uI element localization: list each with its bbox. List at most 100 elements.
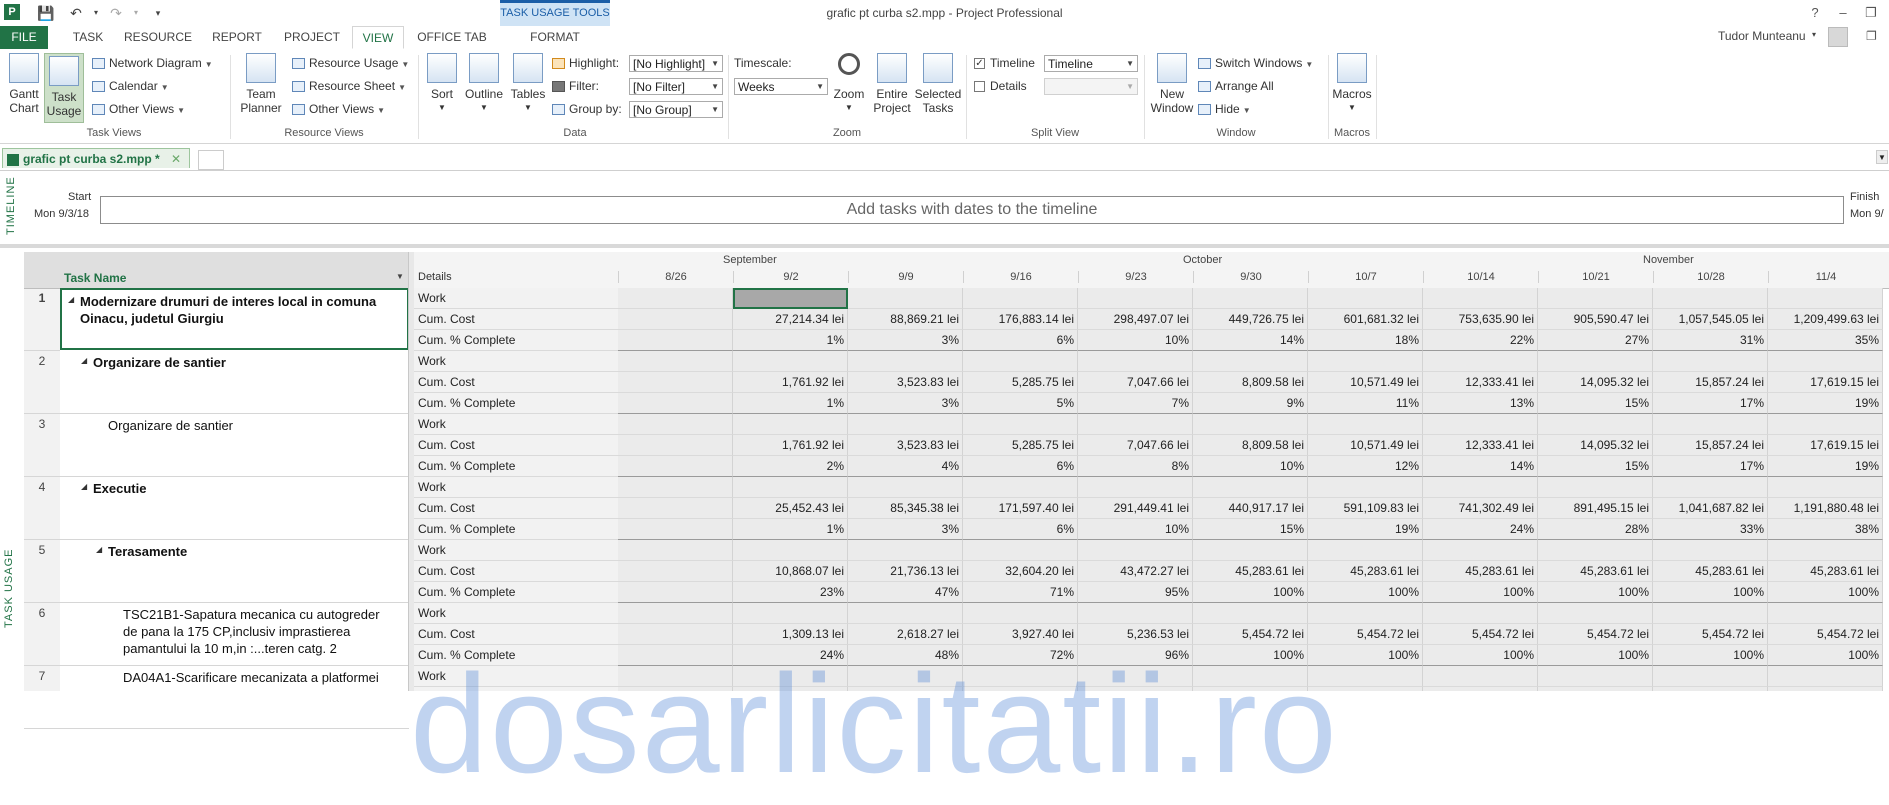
- timephased-cell[interactable]: 100%: [1538, 645, 1653, 666]
- task-name-cell[interactable]: ◢ Organizare de santier: [60, 351, 409, 414]
- timephased-cell[interactable]: 100%: [1423, 645, 1538, 666]
- timephased-cell[interactable]: [963, 540, 1078, 561]
- timephased-cell[interactable]: [848, 288, 963, 309]
- timephased-cell[interactable]: 1%: [733, 393, 848, 414]
- timephased-cell[interactable]: [1653, 351, 1768, 372]
- timephased-cell[interactable]: 19%: [1308, 519, 1423, 540]
- timephased-cell[interactable]: 31%: [1653, 330, 1768, 351]
- timephased-cell[interactable]: 48%: [848, 645, 963, 666]
- timephased-cell[interactable]: 3%: [848, 519, 963, 540]
- timephased-cell[interactable]: 6%: [963, 456, 1078, 477]
- collapse-triangle-icon[interactable]: ◢: [81, 356, 87, 365]
- collapse-triangle-icon[interactable]: ◢: [68, 295, 74, 304]
- timephased-cell[interactable]: [618, 330, 733, 351]
- timephased-cell[interactable]: 45,283.61 lei: [1193, 561, 1308, 582]
- timephased-cell[interactable]: 5,454.72 lei: [1653, 624, 1768, 645]
- timephased-cell[interactable]: 9%: [1193, 393, 1308, 414]
- tab-file[interactable]: FILE: [0, 26, 48, 49]
- timephased-cell[interactable]: 45,283.61 lei: [1423, 561, 1538, 582]
- timephased-cell[interactable]: [1423, 603, 1538, 624]
- filter-select[interactable]: [No Filter] ▼: [629, 78, 723, 95]
- timephased-cell[interactable]: [1308, 288, 1423, 309]
- timephased-cell[interactable]: [1538, 477, 1653, 498]
- timephased-cell[interactable]: [733, 351, 848, 372]
- timephased-cell[interactable]: [963, 414, 1078, 435]
- close-tab-icon[interactable]: ✕: [171, 152, 181, 166]
- timephased-cell[interactable]: [1653, 540, 1768, 561]
- timephased-cell[interactable]: [1538, 666, 1653, 687]
- timephased-cell[interactable]: 71%: [963, 582, 1078, 603]
- timephased-cell[interactable]: 7,047.66 lei: [1078, 435, 1193, 456]
- timephased-cell[interactable]: 891,495.15 lei: [1538, 498, 1653, 519]
- timephased-cell[interactable]: 5,285.75 lei: [963, 372, 1078, 393]
- timephased-cell[interactable]: 33%: [1653, 519, 1768, 540]
- timephased-cell[interactable]: [618, 393, 733, 414]
- timephased-cell[interactable]: 5,454.72 lei: [1193, 624, 1308, 645]
- timephased-cell[interactable]: [618, 456, 733, 477]
- task-name-cell[interactable]: ◢ Modernizare drumuri de interes local in…: [60, 288, 409, 350]
- timephased-cell[interactable]: [1653, 666, 1768, 687]
- timephased-cell[interactable]: [1423, 687, 1538, 691]
- hide-button[interactable]: Hide ▼: [1198, 99, 1251, 119]
- row-number[interactable]: 4: [24, 480, 60, 494]
- tab-report[interactable]: REPORT: [206, 26, 268, 49]
- task-name-cell[interactable]: DA04A1-Scarificare mecanizata a platform…: [60, 666, 409, 729]
- timephased-cell[interactable]: 17,619.15 lei: [1768, 372, 1883, 393]
- collapse-triangle-icon[interactable]: ◢: [81, 482, 87, 491]
- resource-usage-button[interactable]: Resource Usage ▼: [292, 53, 409, 73]
- avatar[interactable]: [1828, 27, 1848, 47]
- timephased-cell[interactable]: [1308, 687, 1423, 691]
- timephased-cell[interactable]: [1078, 288, 1193, 309]
- timephased-cell[interactable]: [618, 561, 733, 582]
- timephased-cell[interactable]: [1423, 288, 1538, 309]
- timephased-cell[interactable]: 47%: [848, 582, 963, 603]
- timeline-bar[interactable]: Add tasks with dates to the timeline: [100, 196, 1844, 224]
- timephased-cell[interactable]: 5%: [963, 393, 1078, 414]
- timephased-cell[interactable]: 24%: [733, 645, 848, 666]
- timephased-cell[interactable]: [1078, 414, 1193, 435]
- timephased-cell[interactable]: 3%: [848, 330, 963, 351]
- timephased-cell[interactable]: [733, 687, 848, 691]
- timephased-cell[interactable]: [1078, 477, 1193, 498]
- other-task-views-button[interactable]: Other Views ▼: [92, 99, 185, 119]
- timephased-cell[interactable]: [618, 540, 733, 561]
- timephased-cell[interactable]: 10%: [1078, 519, 1193, 540]
- timephased-cell[interactable]: [1193, 603, 1308, 624]
- timephased-cell[interactable]: 100%: [1538, 582, 1653, 603]
- timephased-cell[interactable]: 100%: [1653, 582, 1768, 603]
- timephased-cell[interactable]: 14,095.32 lei: [1538, 372, 1653, 393]
- timephased-cell[interactable]: 2,618.27 lei: [848, 624, 963, 645]
- sort-button[interactable]: Sort ▼: [424, 53, 460, 115]
- timephased-cell[interactable]: 19%: [1768, 393, 1883, 414]
- switch-windows-button[interactable]: Switch Windows ▼: [1198, 53, 1313, 73]
- timephased-cell[interactable]: 15%: [1538, 393, 1653, 414]
- timephased-cell[interactable]: 905,590.47 lei: [1538, 309, 1653, 330]
- timephased-cell[interactable]: 38%: [1768, 519, 1883, 540]
- timephased-cell[interactable]: 17,619.15 lei: [1768, 435, 1883, 456]
- timephased-cell[interactable]: 3%: [848, 393, 963, 414]
- timephased-cell[interactable]: 5,454.72 lei: [1423, 624, 1538, 645]
- timephased-cell[interactable]: 591,109.83 lei: [1308, 498, 1423, 519]
- other-resource-views-button[interactable]: Other Views ▼: [292, 99, 385, 119]
- timephased-cell[interactable]: [618, 624, 733, 645]
- timephased-cell[interactable]: 15,857.24 lei: [1653, 435, 1768, 456]
- group-by-select[interactable]: [No Group] ▼: [629, 101, 723, 118]
- timephased-cell[interactable]: [848, 351, 963, 372]
- timephased-cell[interactable]: 3,523.83 lei: [848, 372, 963, 393]
- timephased-cell[interactable]: [963, 666, 1078, 687]
- timephased-cell[interactable]: 100%: [1768, 582, 1883, 603]
- timephased-cell[interactable]: 14,095.32 lei: [1538, 435, 1653, 456]
- timephased-cell[interactable]: [733, 540, 848, 561]
- tab-project[interactable]: PROJECT: [280, 26, 344, 49]
- timephased-cell[interactable]: [618, 519, 733, 540]
- timephased-cell[interactable]: [1193, 540, 1308, 561]
- timephased-cell[interactable]: [1423, 351, 1538, 372]
- timephased-cell[interactable]: 23%: [733, 582, 848, 603]
- task-usage-button[interactable]: Task Usage: [44, 53, 84, 123]
- timephased-cell[interactable]: 5,454.72 lei: [1308, 624, 1423, 645]
- task-name-column-header[interactable]: Task Name ▼: [60, 252, 409, 289]
- timephased-cell[interactable]: 43,472.27 lei: [1078, 561, 1193, 582]
- timephased-cell[interactable]: [1308, 414, 1423, 435]
- timephased-cell[interactable]: 17%: [1653, 456, 1768, 477]
- timephased-cell[interactable]: 10,868.07 lei: [733, 561, 848, 582]
